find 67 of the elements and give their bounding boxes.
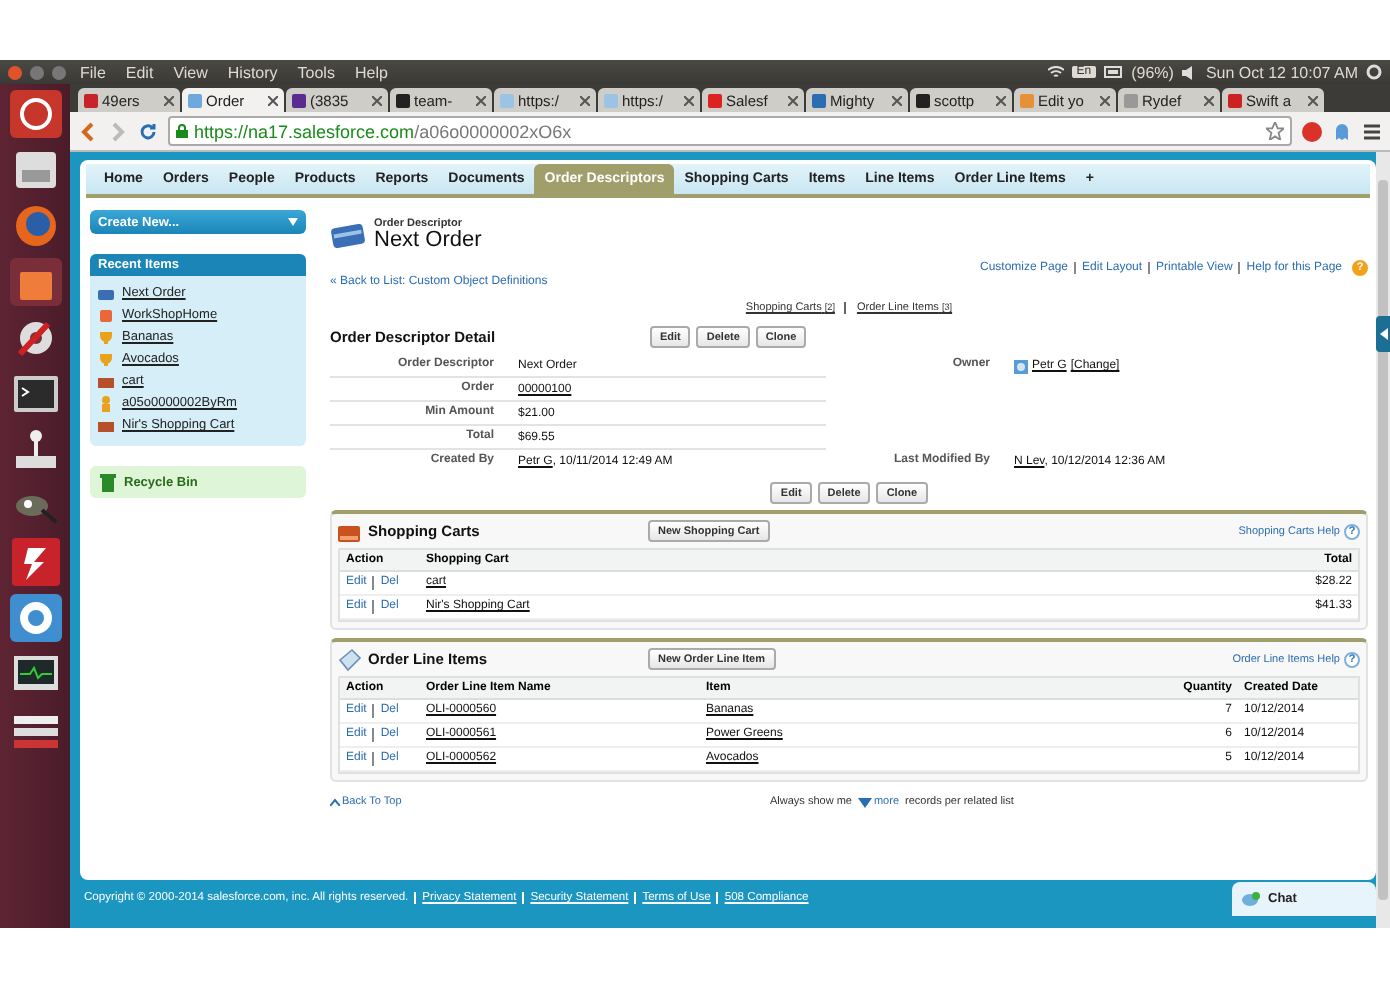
favicon-icon [1228, 93, 1242, 107]
cube-icon [98, 307, 114, 323]
cart-icon [98, 417, 114, 433]
address-field[interactable]: https://na17.salesforce.com/a06o0000002xO6x [168, 116, 1292, 146]
back-icon[interactable] [78, 121, 98, 141]
close-icon[interactable] [996, 95, 1006, 105]
favicon-icon [1124, 93, 1138, 107]
maximize-button[interactable] [52, 65, 66, 79]
clock: Sun Oct 12 10:07 AM [1205, 63, 1358, 81]
favicon-icon [84, 93, 98, 107]
close-button[interactable] [8, 65, 22, 79]
sidebar-toggle[interactable] [1376, 316, 1390, 352]
person-icon [98, 395, 114, 411]
favicon-icon [708, 93, 722, 107]
menu-item[interactable]: Edit [119, 63, 160, 81]
menu-item[interactable]: History [221, 63, 284, 81]
trophy-icon [98, 329, 114, 345]
menu-item[interactable]: File [74, 63, 112, 81]
minimize-button[interactable] [30, 65, 44, 79]
close-icon[interactable] [268, 95, 278, 105]
caret-icon [330, 798, 340, 806]
card-icon [98, 285, 114, 301]
favicon-icon [1020, 93, 1034, 107]
menu-item[interactable]: Tools [291, 63, 341, 81]
favicon-icon [604, 93, 618, 107]
wifi-icon [1048, 65, 1065, 79]
bag-icon[interactable] [7, 256, 63, 308]
scroll-bar[interactable] [1376, 152, 1390, 928]
favicon-icon [812, 93, 826, 107]
stop-sign-icon[interactable] [1302, 121, 1322, 141]
favicon-icon [188, 93, 202, 107]
close-icon[interactable] [372, 95, 382, 105]
close-icon[interactable] [684, 95, 694, 105]
menu-item[interactable]: Help [348, 63, 394, 81]
record-title: Next Order [374, 229, 482, 251]
close-icon[interactable] [892, 95, 902, 105]
circle-logo-icon[interactable] [7, 88, 63, 140]
ghost-icon[interactable] [1332, 121, 1352, 141]
star-icon[interactable] [1266, 122, 1284, 140]
close-icon[interactable] [1100, 95, 1110, 105]
user-icon [1014, 359, 1028, 373]
lock-icon [176, 124, 188, 138]
chat-icon [1242, 892, 1260, 906]
trophy-icon [98, 351, 114, 367]
close-icon[interactable] [1308, 95, 1318, 105]
favicon-icon [396, 93, 410, 107]
battery-icon [1103, 66, 1124, 78]
ring-icon[interactable] [7, 592, 63, 644]
menu-item[interactable]: View [167, 63, 214, 81]
menu-icon[interactable] [1362, 121, 1382, 141]
cart-icon [98, 373, 114, 389]
close-icon[interactable] [476, 95, 486, 105]
favicon-icon [292, 93, 306, 107]
card-icon [330, 220, 366, 248]
close-icon[interactable] [164, 95, 174, 105]
close-icon[interactable] [1204, 95, 1214, 105]
reload-icon[interactable] [138, 121, 158, 141]
trash-icon [100, 473, 116, 491]
close-icon[interactable] [788, 95, 798, 105]
favicon-icon [500, 93, 514, 107]
favicon-icon [916, 93, 930, 107]
caret-icon [288, 218, 298, 226]
speaker-icon [1181, 65, 1198, 79]
close-icon[interactable] [580, 95, 590, 105]
bolt-icon[interactable] [7, 536, 63, 588]
battery-percent: (96%) [1131, 63, 1174, 81]
caret-icon [857, 797, 872, 807]
